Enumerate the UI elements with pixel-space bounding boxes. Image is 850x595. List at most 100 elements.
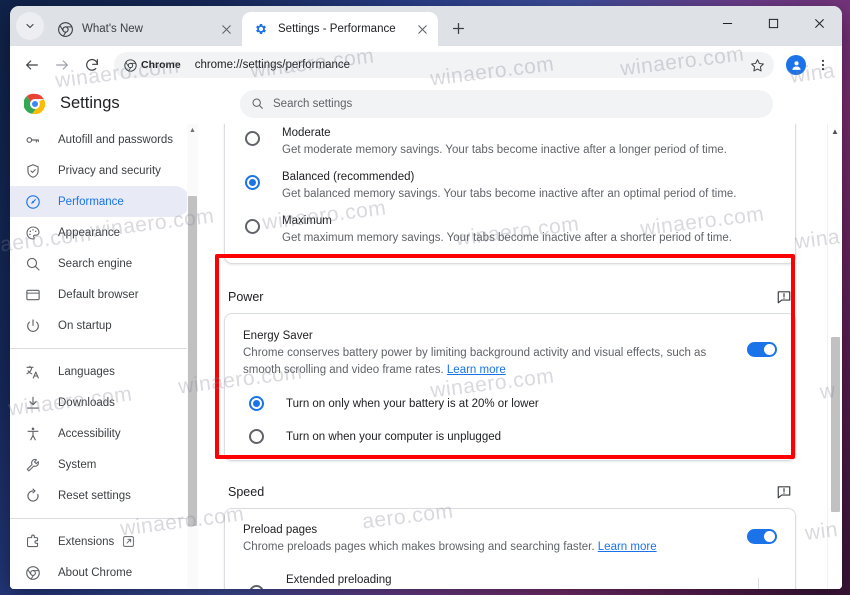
close-window-button[interactable] — [796, 6, 842, 40]
scroll-up-arrow[interactable]: ▲ — [189, 124, 196, 136]
tab-title: Settings - Performance — [278, 23, 396, 35]
key-icon — [24, 131, 42, 149]
sidebar-item-about-chrome[interactable]: About Chrome — [10, 557, 190, 588]
preload-title: Preload pages — [243, 524, 318, 536]
section-title: Power — [228, 289, 264, 304]
sidebar-item-label: Accessibility — [58, 427, 121, 440]
content-scroll-track[interactable] — [828, 139, 843, 589]
content-scrollbar[interactable]: ▲ ▼ — [827, 124, 842, 589]
arrow-right-icon — [56, 60, 68, 70]
radio-label: Turn on when your computer is unplugged — [286, 430, 502, 443]
tab-whats-new[interactable]: What's New — [46, 12, 242, 46]
search-icon — [252, 98, 263, 109]
forward-button[interactable] — [48, 51, 76, 79]
radio-extended-preloading[interactable] — [249, 584, 264, 589]
reload-button[interactable] — [78, 51, 106, 79]
extended-preloading-row[interactable]: Extended preloading More pages are prelo… — [243, 572, 777, 590]
translate-icon — [24, 363, 42, 381]
radio-moderate[interactable] — [245, 131, 260, 146]
sidebar-item-search-engine[interactable]: Search engine — [10, 248, 190, 279]
close-icon[interactable] — [218, 21, 234, 37]
sidebar-item-system[interactable]: System — [10, 449, 190, 480]
sidebar-item-appearance[interactable]: Appearance — [10, 217, 190, 248]
sidebar-item-label: System — [58, 458, 97, 471]
search-settings-input[interactable]: Search settings — [240, 89, 773, 118]
extended-desc: More pages are preloaded. Pages may be p… — [286, 589, 748, 590]
energy-saver-option-unplugged[interactable]: Turn on when your computer is unplugged — [243, 429, 777, 444]
palette-icon — [24, 224, 42, 242]
chrome-icon — [24, 564, 42, 582]
back-button[interactable] — [18, 51, 46, 79]
sidebar-item-accessibility[interactable]: Accessibility — [10, 418, 190, 449]
restore-icon — [24, 487, 42, 505]
sidebar-item-autofill-and-passwords[interactable]: Autofill and passwords — [10, 124, 190, 155]
feedback-icon[interactable] — [775, 483, 792, 500]
sidebar-item-privacy-and-security[interactable]: Privacy and security — [10, 155, 190, 186]
preload-pages-toggle[interactable] — [747, 529, 777, 544]
browser-menu-button[interactable] — [812, 54, 834, 76]
preload-desc: Chrome preloads pages which makes browsi… — [243, 539, 731, 556]
energy-saver-toggle[interactable] — [747, 342, 777, 357]
url-text[interactable]: chrome://settings/performance — [195, 59, 746, 71]
energy-saver-option-battery[interactable]: Turn on only when your battery is at 20%… — [243, 396, 777, 411]
sidebar-item-downloads[interactable]: Downloads — [10, 387, 190, 418]
wrench-icon — [24, 456, 42, 474]
option-title: Moderate — [282, 127, 331, 139]
sidebar-item-label: Languages — [58, 365, 115, 378]
sidebar-scroll-thumb[interactable] — [188, 196, 197, 526]
memory-option-maximum[interactable]: Maximum Get maximum memory savings. Your… — [245, 209, 775, 253]
option-title: Maximum — [282, 215, 332, 227]
settings-content: Moderate Get moderate memory savings. Yo… — [200, 124, 842, 589]
memory-option-balanced[interactable]: Balanced (recommended) Get balanced memo… — [245, 165, 775, 209]
arrow-left-icon — [26, 60, 38, 70]
sidebar-item-label: Performance — [58, 195, 124, 208]
star-icon[interactable] — [746, 54, 768, 76]
sidebar-item-reset-settings[interactable]: Reset settings — [10, 480, 190, 511]
radio-maximum[interactable] — [245, 219, 260, 234]
maximize-button[interactable] — [750, 6, 796, 40]
sidebar-item-label: Reset settings — [58, 489, 131, 502]
chrome-logo — [23, 93, 46, 115]
tab-search-button[interactable] — [16, 12, 44, 40]
sidebar-item-label: Search engine — [58, 257, 133, 270]
sidebar-item-extensions[interactable]: Extensions — [10, 526, 190, 557]
sidebar-item-default-browser[interactable]: Default browser — [10, 279, 190, 310]
radio-balanced[interactable] — [245, 175, 260, 190]
sidebar-divider — [10, 348, 190, 349]
tab-title: What's New — [82, 23, 143, 35]
learn-more-link[interactable]: Learn more — [447, 364, 506, 376]
sidebar-item-label: Default browser — [58, 288, 139, 301]
radio-unplugged[interactable] — [249, 429, 264, 444]
sidebar-item-on-startup[interactable]: On startup — [10, 310, 190, 341]
kebab-menu-icon — [821, 59, 825, 71]
window-controls — [704, 6, 842, 40]
sidebar-item-label: Downloads — [58, 396, 115, 409]
sidebar-item-label: Extensions — [58, 535, 115, 548]
content-scroll-thumb[interactable] — [830, 337, 840, 512]
sidebar-divider-2 — [10, 518, 190, 519]
tab-settings-performance[interactable]: Settings - Performance — [242, 12, 438, 46]
sidebar-item-label: Appearance — [58, 226, 121, 239]
sidebar-item-performance[interactable]: Performance — [10, 186, 190, 217]
sidebar-item-languages[interactable]: Languages — [10, 356, 190, 387]
option-desc: Get moderate memory savings. Your tabs b… — [282, 144, 727, 156]
close-icon[interactable] — [414, 21, 430, 37]
section-title: Speed — [228, 484, 265, 499]
chrome-origin-chip[interactable]: Chrome — [121, 58, 188, 73]
sidebar-item-label: About Chrome — [58, 566, 133, 579]
scroll-up-arrow[interactable]: ▲ — [831, 124, 839, 139]
sidebar-scroll-track[interactable] — [187, 136, 198, 589]
gear-icon — [253, 21, 269, 37]
chevron-down-icon[interactable] — [759, 584, 777, 590]
feedback-icon[interactable] — [775, 288, 792, 305]
memory-option-moderate[interactable]: Moderate Get moderate memory savings. Yo… — [245, 124, 775, 165]
learn-more-link[interactable]: Learn more — [598, 541, 657, 553]
sidebar-item-label: Privacy and security — [58, 164, 161, 177]
address-bar[interactable]: Chrome chrome://settings/performance — [114, 52, 774, 78]
sidebar-scrollbar[interactable]: ▲ ▼ — [187, 124, 198, 589]
avatar[interactable] — [786, 55, 806, 75]
minimize-button[interactable] — [704, 6, 750, 40]
new-tab-button[interactable] — [444, 14, 472, 42]
radio-battery-20[interactable] — [249, 396, 264, 411]
energy-saver-desc: Chrome conserves battery power by limiti… — [243, 345, 731, 378]
